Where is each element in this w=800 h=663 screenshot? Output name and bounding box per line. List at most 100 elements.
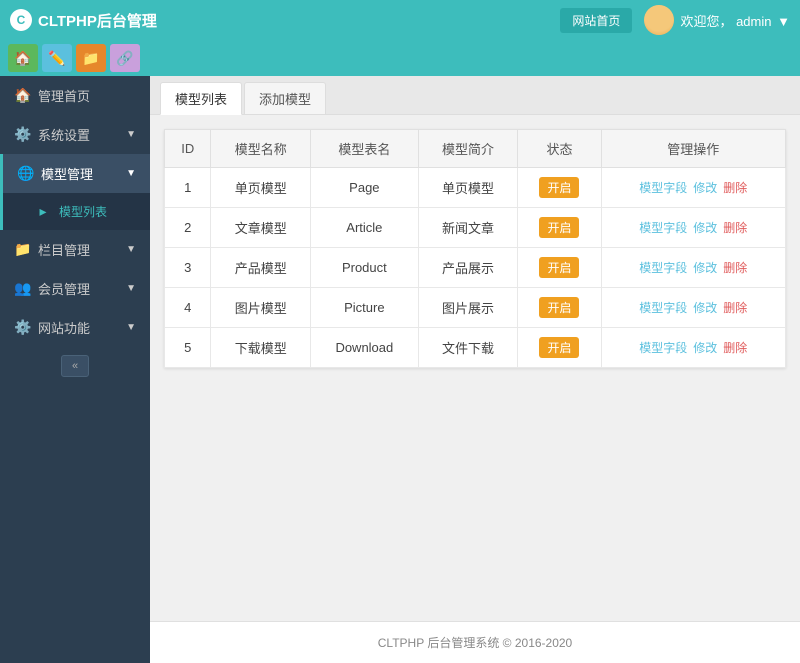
status-badge: 开启 — [539, 257, 579, 278]
settings-arrow-icon: ▼ — [126, 129, 136, 140]
cell-id: 3 — [165, 248, 211, 288]
action-link-修改[interactable]: 修改 — [693, 181, 717, 195]
table-row: 5下载模型Download文件下载开启模型字段修改删除 — [165, 328, 786, 368]
cell-desc: 产品展示 — [418, 248, 518, 288]
sidebar-item-members[interactable]: 👥 会员管理 ▼ — [0, 269, 150, 308]
collapse-button[interactable]: « — [61, 355, 89, 377]
status-badge: 开启 — [539, 177, 579, 198]
logo: C CLTPHP后台管理 — [10, 9, 157, 31]
logo-icon: C — [10, 9, 32, 31]
toolbar-btn-home[interactable]: 🏠 — [8, 44, 38, 72]
cell-id: 1 — [165, 168, 211, 208]
columns-icon: 📁 — [14, 241, 30, 258]
header-right: 网站首页 欢迎您， admin ▼ — [560, 5, 790, 35]
table-head: ID 模型名称 模型表名 模型简介 状态 管理操作 — [165, 130, 786, 168]
action-link-修改[interactable]: 修改 — [693, 221, 717, 235]
col-id: ID — [165, 130, 211, 168]
cell-name: 单页模型 — [211, 168, 311, 208]
action-link-修改[interactable]: 修改 — [693, 341, 717, 355]
models-icon: 🌐 — [17, 165, 33, 182]
cell-table: Download — [311, 328, 419, 368]
content-area: ID 模型名称 模型表名 模型简介 状态 管理操作 1单页模型Page单页模型开… — [150, 115, 800, 621]
functions-arrow-icon: ▼ — [126, 322, 136, 333]
toolbar-btn-share[interactable]: 🔗 — [110, 44, 140, 72]
cell-status: 开启 — [518, 288, 601, 328]
action-link-模型字段[interactable]: 模型字段 — [639, 301, 687, 315]
sidebar-item-columns[interactable]: 📁 栏目管理 ▼ — [0, 230, 150, 269]
cell-status: 开启 — [518, 208, 601, 248]
models-submenu: ▸ 模型列表 — [0, 193, 150, 230]
toolbar-btn-edit[interactable]: ✏️ — [42, 44, 72, 72]
columns-arrow-icon: ▼ — [126, 244, 136, 255]
model-list-icon: ▸ — [35, 203, 51, 220]
sidebar-item-home[interactable]: 🏠 管理首页 — [0, 76, 150, 115]
cell-desc: 单页模型 — [418, 168, 518, 208]
sidebar-item-settings[interactable]: ⚙️ 系统设置 ▼ — [0, 115, 150, 154]
cell-table: Product — [311, 248, 419, 288]
user-info: 欢迎您， admin ▼ — [644, 5, 790, 35]
avatar — [644, 5, 674, 35]
col-table: 模型表名 — [311, 130, 419, 168]
model-table: ID 模型名称 模型表名 模型简介 状态 管理操作 1单页模型Page单页模型开… — [164, 129, 786, 368]
table-body: 1单页模型Page单页模型开启模型字段修改删除2文章模型Article新闻文章开… — [165, 168, 786, 368]
table-row: 2文章模型Article新闻文章开启模型字段修改删除 — [165, 208, 786, 248]
toolbar-btn-folder[interactable]: 📁 — [76, 44, 106, 72]
toolbar: 🏠 ✏️ 📁 🔗 — [0, 40, 800, 76]
members-icon: 👥 — [14, 280, 30, 297]
functions-icon: ⚙️ — [14, 319, 30, 336]
action-link-修改[interactable]: 修改 — [693, 301, 717, 315]
settings-icon: ⚙️ — [14, 126, 30, 143]
action-link-删除[interactable]: 删除 — [723, 261, 747, 275]
tab-model-list[interactable]: 模型列表 — [160, 82, 242, 115]
sidebar-item-functions[interactable]: ⚙️ 网站功能 ▼ — [0, 308, 150, 347]
cell-actions: 模型字段修改删除 — [601, 248, 785, 288]
action-link-模型字段[interactable]: 模型字段 — [639, 221, 687, 235]
table-header-row: ID 模型名称 模型表名 模型简介 状态 管理操作 — [165, 130, 786, 168]
avatar-face — [644, 5, 674, 35]
tab-add-model[interactable]: 添加模型 — [244, 82, 326, 114]
cell-name: 产品模型 — [211, 248, 311, 288]
table-row: 3产品模型Product产品展示开启 模型字段修改删除 — [165, 248, 786, 288]
cell-status: 开启 — [518, 328, 601, 368]
cell-name: 下载模型 — [211, 328, 311, 368]
action-link-删除[interactable]: 删除 — [723, 181, 747, 195]
cell-table: Picture — [311, 288, 419, 328]
footer-text: CLTPHP 后台管理系统 © 2016-2020 — [378, 636, 572, 650]
cell-table: Article — [311, 208, 419, 248]
action-link-修改[interactable]: 修改 — [693, 261, 717, 275]
sidebar-item-model-list[interactable]: ▸ 模型列表 — [0, 193, 150, 230]
cell-id: 4 — [165, 288, 211, 328]
col-actions: 管理操作 — [601, 130, 785, 168]
table-row: 1单页模型Page单页模型开启模型字段修改删除 — [165, 168, 786, 208]
cell-actions: 模型字段修改删除 — [601, 328, 785, 368]
cell-id: 2 — [165, 208, 211, 248]
layout: 🏠 管理首页 ⚙️ 系统设置 ▼ 🌐 模型管理 ▼ ▸ 模型列表 📁 栏目管理 … — [0, 76, 800, 663]
tabs-bar: 模型列表 添加模型 — [150, 76, 800, 115]
action-link-模型字段[interactable]: 模型字段 — [639, 341, 687, 355]
sidebar-collapse-area: « — [0, 347, 150, 385]
cell-desc: 图片展示 — [418, 288, 518, 328]
action-link-删除[interactable]: 删除 — [723, 341, 747, 355]
action-link-模型字段[interactable]: 模型字段 — [639, 261, 687, 275]
status-badge: 开启 — [539, 297, 579, 318]
logo-text: CLTPHP后台管理 — [38, 10, 157, 31]
cell-actions: 模型字段修改删除 — [601, 288, 785, 328]
action-link-删除[interactable]: 删除 — [723, 221, 747, 235]
cell-id: 5 — [165, 328, 211, 368]
cell-desc: 新闻文章 — [418, 208, 518, 248]
main-content: 模型列表 添加模型 ID 模型名称 模型表名 模型简介 状态 管理操作 1单页模… — [150, 76, 800, 663]
cell-name: 图片模型 — [211, 288, 311, 328]
home-button[interactable]: 网站首页 — [560, 8, 632, 33]
home-icon: 🏠 — [14, 87, 30, 104]
cell-actions: 模型字段修改删除 — [601, 208, 785, 248]
models-arrow-icon: ▼ — [126, 168, 136, 179]
footer: CLTPHP 后台管理系统 © 2016-2020 — [150, 621, 800, 663]
action-link-模型字段[interactable]: 模型字段 — [639, 181, 687, 195]
members-arrow-icon: ▼ — [126, 283, 136, 294]
cell-actions: 模型字段修改删除 — [601, 168, 785, 208]
cell-name: 文章模型 — [211, 208, 311, 248]
action-link-删除[interactable]: 删除 — [723, 301, 747, 315]
sidebar-item-models[interactable]: 🌐 模型管理 ▼ — [0, 154, 150, 193]
cell-table: Page — [311, 168, 419, 208]
dropdown-arrow[interactable]: ▼ — [777, 14, 790, 29]
